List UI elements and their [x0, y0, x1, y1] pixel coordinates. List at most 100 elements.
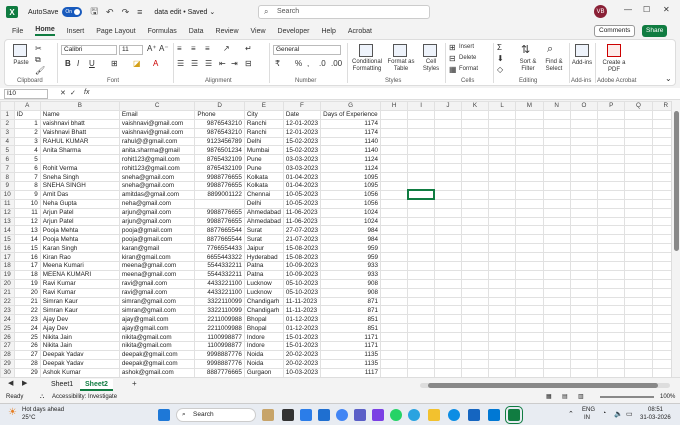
- cell[interactable]: 12-01-2023: [282, 127, 322, 138]
- cell[interactable]: [433, 136, 462, 147]
- cell[interactable]: [542, 314, 571, 325]
- cell[interactable]: [460, 367, 490, 377]
- cell[interactable]: 01-12-2023: [282, 314, 322, 325]
- cell[interactable]: [542, 172, 571, 183]
- cell[interactable]: [488, 225, 517, 236]
- cell[interactable]: [379, 216, 409, 227]
- cell[interactable]: [488, 127, 517, 138]
- align-middle-icon[interactable]: ≡: [191, 44, 196, 53]
- cell[interactable]: [488, 181, 517, 191]
- cell[interactable]: deepak@gmail.com: [118, 358, 196, 369]
- cell[interactable]: [597, 278, 626, 289]
- tab-insert[interactable]: Insert: [67, 28, 85, 35]
- cell[interactable]: Deepak Yadav: [39, 358, 120, 369]
- cell[interactable]: 9876501234: [194, 145, 245, 156]
- copy-icon[interactable]: ⧉: [35, 55, 41, 65]
- column-header[interactable]: I: [407, 101, 435, 111]
- cell[interactable]: Pooja Mehta: [39, 225, 120, 236]
- cell[interactable]: [624, 163, 653, 174]
- cell[interactable]: 10: [13, 198, 41, 209]
- cell[interactable]: ajay@gmail.com: [118, 314, 196, 325]
- cell[interactable]: [569, 278, 599, 289]
- cell[interactable]: [597, 172, 626, 183]
- cell[interactable]: [379, 127, 409, 138]
- cell[interactable]: [488, 323, 517, 334]
- column-header[interactable]: P: [597, 101, 626, 111]
- cell[interactable]: [460, 278, 490, 289]
- cell[interactable]: [433, 305, 462, 316]
- language-indicator[interactable]: ENG: [582, 407, 595, 413]
- telegram-icon[interactable]: [408, 409, 420, 421]
- cell[interactable]: sneha@gmail.com: [118, 172, 196, 183]
- cell[interactable]: 10-05-2023: [282, 198, 322, 209]
- borders-icon[interactable]: ⊞: [111, 59, 118, 68]
- cell[interactable]: 1135: [320, 358, 381, 369]
- cell[interactable]: [569, 349, 599, 360]
- cell[interactable]: [460, 234, 490, 245]
- cell[interactable]: [433, 118, 462, 129]
- cell[interactable]: [542, 189, 571, 200]
- cell[interactable]: [542, 341, 571, 351]
- cell[interactable]: 851: [320, 323, 381, 334]
- cell[interactable]: 1124: [320, 163, 381, 174]
- cell[interactable]: 15-08-2023: [282, 252, 322, 263]
- cell[interactable]: Ravi Kumar: [39, 278, 120, 289]
- cell[interactable]: Chandigarh: [243, 296, 284, 307]
- cell[interactable]: 01-04-2023: [282, 172, 322, 183]
- tab-file[interactable]: File: [12, 28, 23, 35]
- cell[interactable]: [597, 189, 626, 200]
- cell[interactable]: [624, 243, 653, 254]
- insert-cells-button[interactable]: Insert: [459, 44, 474, 51]
- cell[interactable]: rohit123@gmail.com: [118, 154, 196, 165]
- cell[interactable]: 2: [13, 127, 41, 138]
- cell[interactable]: [488, 118, 517, 129]
- wrap-text-icon[interactable]: ↵: [245, 44, 252, 53]
- cell[interactable]: 4433221100: [194, 287, 245, 298]
- cell[interactable]: 24: [13, 323, 41, 334]
- cell[interactable]: [379, 278, 409, 289]
- row-header[interactable]: 8: [0, 172, 15, 183]
- cell[interactable]: Hyderabad: [243, 252, 284, 263]
- decrease-decimal-icon[interactable]: .00: [331, 59, 342, 68]
- cell[interactable]: [460, 349, 490, 360]
- cell[interactable]: Kolkata: [243, 172, 284, 183]
- cell[interactable]: arjun@gmail.com: [118, 207, 196, 218]
- italic-icon[interactable]: I: [77, 59, 79, 68]
- cell[interactable]: [379, 269, 409, 280]
- cell[interactable]: [407, 323, 435, 334]
- cell[interactable]: [569, 323, 599, 334]
- cell[interactable]: [488, 341, 517, 351]
- cell[interactable]: [569, 109, 599, 120]
- cell[interactable]: [407, 109, 435, 120]
- taskbar-search[interactable]: ⌕ Search: [176, 408, 256, 422]
- cell[interactable]: [488, 332, 517, 343]
- cell[interactable]: [569, 305, 599, 316]
- cell[interactable]: [460, 225, 490, 236]
- cell[interactable]: 15-08-2023: [282, 243, 322, 254]
- cell[interactable]: deepak@gmail.com: [118, 349, 196, 360]
- cell[interactable]: [433, 287, 462, 298]
- row-header[interactable]: 13: [0, 216, 15, 227]
- cell[interactable]: [569, 163, 599, 174]
- row-header[interactable]: 1: [0, 109, 15, 120]
- cell[interactable]: 8887776665: [194, 367, 245, 377]
- cell[interactable]: [488, 234, 517, 245]
- cell[interactable]: 9988776655: [194, 216, 245, 227]
- sheet-tab-sheet2[interactable]: Sheet2: [80, 379, 113, 391]
- cell[interactable]: [569, 181, 599, 191]
- cell[interactable]: MEENA KUMARI: [39, 269, 120, 280]
- cell[interactable]: [624, 278, 653, 289]
- cell[interactable]: [460, 172, 490, 183]
- cell[interactable]: 21: [13, 296, 41, 307]
- cell[interactable]: 22: [13, 305, 41, 316]
- word-icon[interactable]: [468, 409, 480, 421]
- find-select-icon[interactable]: ⌕: [547, 43, 553, 56]
- cell[interactable]: [488, 216, 517, 227]
- tab-help[interactable]: Help: [321, 28, 335, 35]
- cell[interactable]: [515, 287, 544, 298]
- cell[interactable]: [624, 198, 653, 209]
- comments-button[interactable]: Comments: [594, 25, 636, 37]
- cell[interactable]: 7766554433: [194, 243, 245, 254]
- cell[interactable]: Vaishnavi Bhatt: [39, 127, 120, 138]
- cell[interactable]: 3322110099: [194, 305, 245, 316]
